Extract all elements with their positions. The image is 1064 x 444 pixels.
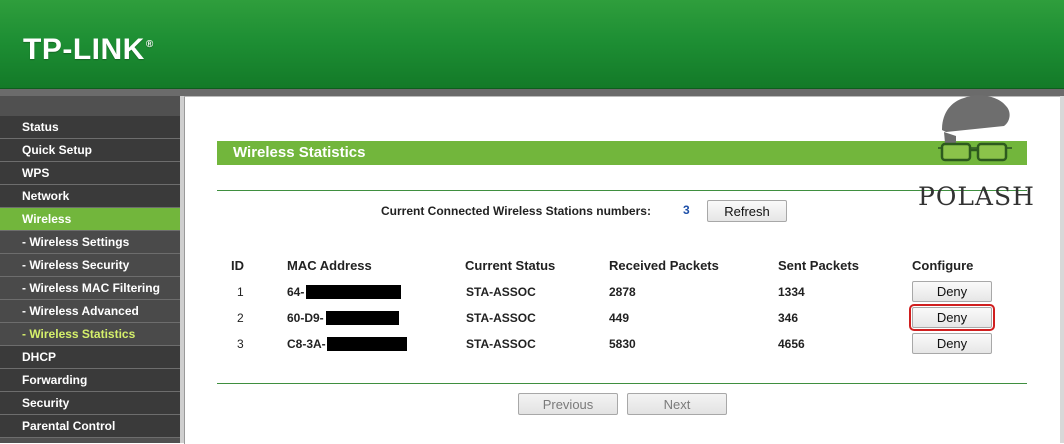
sidebar: Status Quick Setup WPS Network Wireless …: [0, 96, 184, 443]
header-divider: [0, 89, 1064, 96]
refresh-button[interactable]: Refresh: [707, 200, 787, 222]
row-id: 2: [237, 311, 244, 325]
sidebar-item-wireless-settings[interactable]: - Wireless Settings: [0, 231, 180, 254]
stations-count-value: 3: [683, 203, 690, 217]
sidebar-menu: Status Quick Setup WPS Network Wireless …: [0, 116, 180, 438]
sidebar-item-wireless-security[interactable]: - Wireless Security: [0, 254, 180, 277]
sidebar-item-quick-setup[interactable]: Quick Setup: [0, 139, 180, 162]
sidebar-item-status[interactable]: Status: [0, 116, 180, 139]
column-header-configure: Configure: [912, 258, 974, 273]
sidebar-item-wps[interactable]: WPS: [0, 162, 180, 185]
stations-count-label: Current Connected Wireless Stations numb…: [381, 204, 651, 218]
row-mac: 60-D9-: [287, 311, 324, 325]
column-header-mac: MAC Address: [287, 258, 372, 273]
top-divider: [217, 190, 1027, 191]
row-status: STA-ASSOC: [466, 337, 536, 351]
row-sent: 4656: [778, 337, 805, 351]
column-header-id: ID: [231, 258, 244, 273]
scrollbar[interactable]: [1060, 96, 1064, 443]
previous-button[interactable]: Previous: [518, 393, 618, 415]
sidebar-item-wireless-mac-filtering[interactable]: - Wireless MAC Filtering: [0, 277, 180, 300]
row-received: 2878: [609, 285, 636, 299]
row-status: STA-ASSOC: [466, 311, 536, 325]
column-header-received: Received Packets: [609, 258, 719, 273]
row-status: STA-ASSOC: [466, 285, 536, 299]
column-header-sent: Sent Packets: [778, 258, 859, 273]
header-bar: TP-LINK®: [0, 0, 1064, 89]
column-header-status: Current Status: [465, 258, 556, 273]
bottom-divider: [217, 383, 1027, 384]
mac-redaction: [327, 337, 407, 351]
sidebar-item-wireless-statistics[interactable]: - Wireless Statistics: [0, 323, 180, 346]
next-button[interactable]: Next: [627, 393, 727, 415]
watermark-text: POLASH: [918, 182, 1035, 211]
row-id: 3: [237, 337, 244, 351]
row-received: 5830: [609, 337, 636, 351]
sidebar-item-parental-control[interactable]: Parental Control: [0, 415, 180, 438]
row-id: 1: [237, 285, 244, 299]
deny-button[interactable]: Deny: [912, 333, 992, 354]
sidebar-item-wireless-advanced[interactable]: - Wireless Advanced: [0, 300, 180, 323]
row-sent: 1334: [778, 285, 805, 299]
mac-redaction: [306, 285, 401, 299]
sidebar-item-forwarding[interactable]: Forwarding: [0, 369, 180, 392]
deny-button[interactable]: Deny: [912, 281, 992, 302]
sidebar-item-wireless[interactable]: Wireless: [0, 208, 180, 231]
deny-button-highlighted[interactable]: Deny: [909, 304, 995, 331]
sidebar-item-dhcp[interactable]: DHCP: [0, 346, 180, 369]
tp-link-logo: TP-LINK®: [23, 33, 154, 66]
sidebar-item-network[interactable]: Network: [0, 185, 180, 208]
row-mac: C8-3A-: [287, 337, 326, 351]
row-sent: 346: [778, 311, 799, 325]
sidebar-item-security[interactable]: Security: [0, 392, 180, 415]
row-received: 449: [609, 311, 630, 325]
mac-redaction: [326, 311, 399, 325]
row-mac: 64-: [287, 285, 305, 299]
page-title: Wireless Statistics: [217, 141, 1027, 165]
